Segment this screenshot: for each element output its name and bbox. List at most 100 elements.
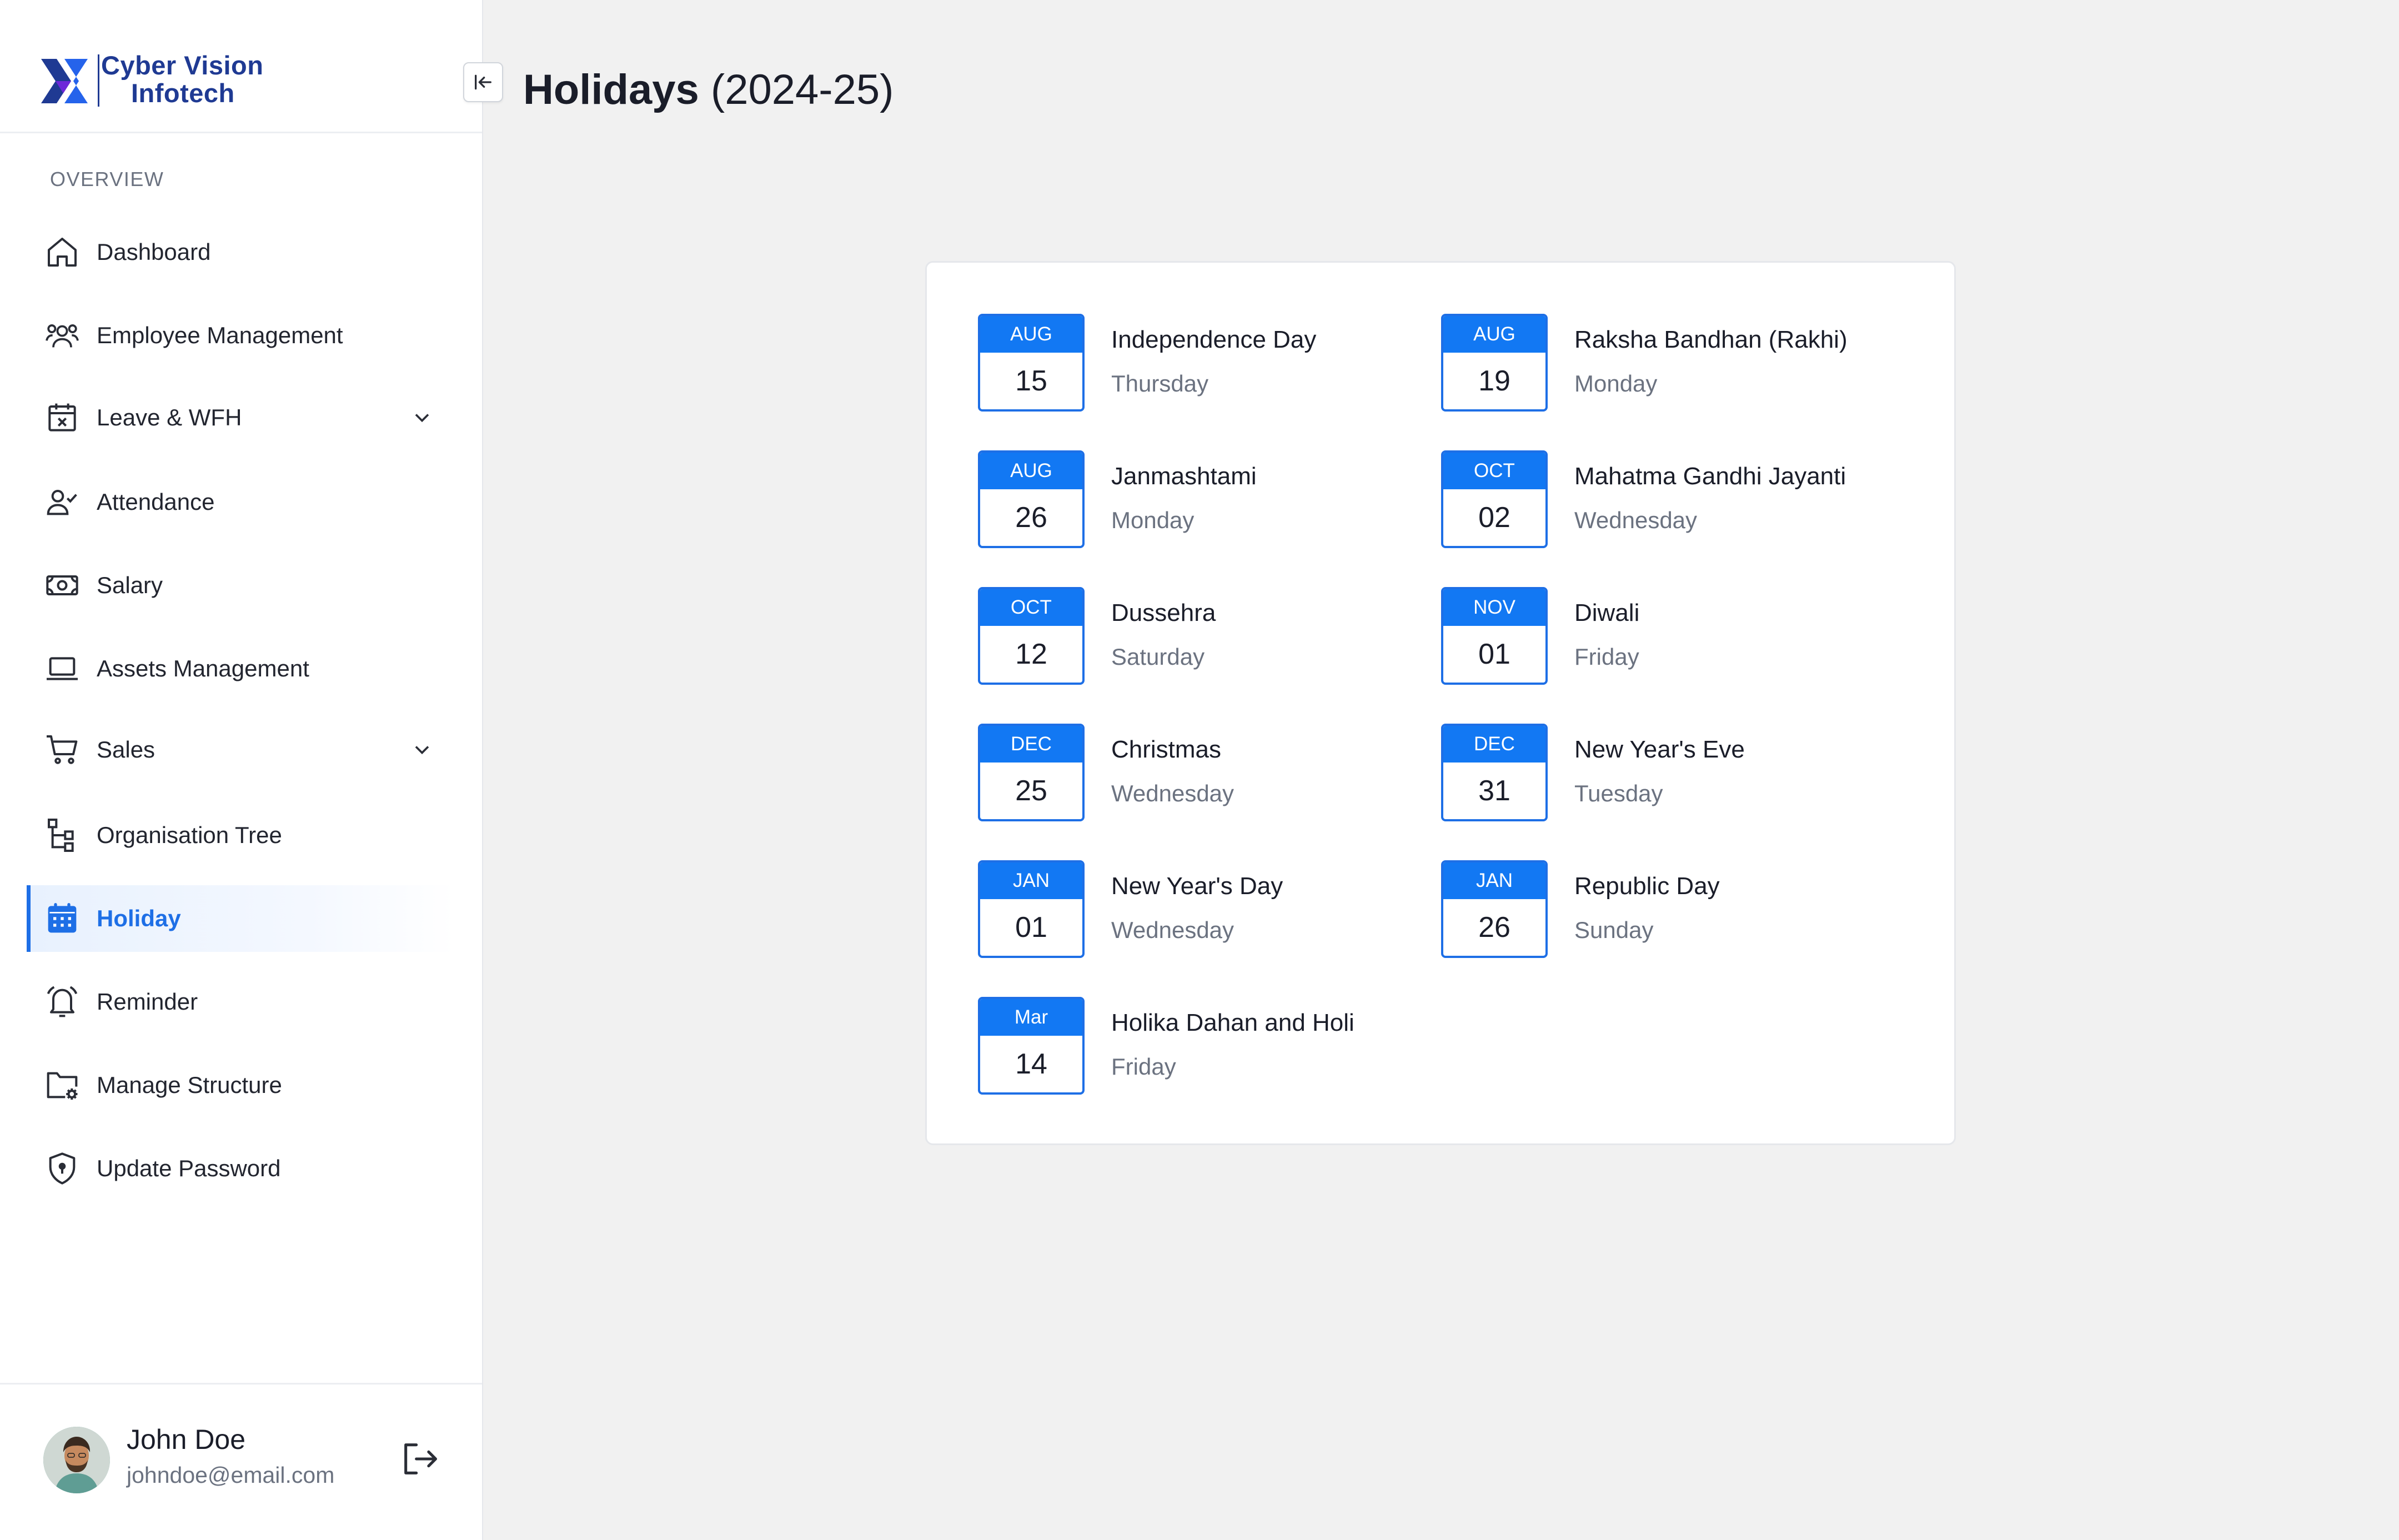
date-month: AUG — [980, 453, 1082, 489]
date-day: 01 — [1015, 911, 1047, 944]
date-month: AUG — [980, 316, 1082, 353]
date-badge: OCT 02 — [1441, 450, 1548, 548]
holiday-name: Independence Day — [1111, 326, 1317, 353]
holiday-weekday: Wednesday — [1111, 917, 1234, 943]
sidebar-item-label: Manage Structure — [97, 1072, 282, 1098]
holiday-item: AUG 26 Janmashtami Monday — [978, 450, 1422, 550]
date-month: NOV — [1443, 589, 1545, 626]
bell-icon — [44, 984, 80, 1020]
date-month: DEC — [980, 726, 1082, 763]
sidebar-item-holiday[interactable]: Holiday — [27, 885, 455, 952]
avatar — [43, 1427, 110, 1493]
shield-icon — [44, 1151, 80, 1186]
sidebar-item-assets-management[interactable]: Assets Management — [27, 635, 455, 702]
user-profile: John Doe johndoe@email.com — [0, 1383, 482, 1540]
holiday-weekday: Wednesday — [1574, 507, 1698, 533]
date-day: 26 — [1015, 501, 1047, 534]
date-month: OCT — [1443, 453, 1545, 489]
sidebar-item-leave-wfh[interactable]: Leave & WFH — [27, 384, 455, 451]
holiday-name: Republic Day — [1574, 872, 1720, 900]
page-title: Holidays (2024-25) — [523, 66, 894, 114]
folder-gear-icon — [44, 1067, 80, 1103]
user-email: johndoe@email.com — [127, 1462, 335, 1488]
brand-name-line2: Infotech — [131, 78, 235, 108]
date-month: Mar — [980, 999, 1082, 1036]
calendar-icon — [44, 901, 80, 936]
date-day: 02 — [1478, 501, 1510, 534]
collapse-left-icon — [475, 74, 491, 90]
date-day: 12 — [1015, 638, 1047, 670]
date-day: 25 — [1015, 775, 1047, 807]
holiday-weekday: Tuesday — [1574, 780, 1663, 806]
holiday-name: Christmas — [1111, 736, 1222, 763]
holiday-item: AUG 15 Independence Day Thursday — [978, 314, 1422, 414]
date-badge: DEC 25 — [978, 724, 1085, 821]
sidebar-item-reminder[interactable]: Reminder — [27, 969, 455, 1035]
chevron-down-icon[interactable] — [410, 405, 434, 430]
holiday-list-card: AUG 15 Independence Day Thursday AUG 19 … — [925, 261, 1956, 1145]
holiday-weekday: Friday — [1111, 1054, 1176, 1080]
date-day: 14 — [1015, 1048, 1047, 1080]
holiday-item: NOV 01 Diwali Friday — [1441, 587, 1885, 687]
collapse-sidebar-button[interactable] — [463, 62, 503, 102]
date-badge: NOV 01 — [1441, 587, 1548, 685]
sidebar-item-label: Leave & WFH — [97, 404, 242, 430]
holiday-item: DEC 25 Christmas Wednesday — [978, 724, 1422, 824]
brand-name-line1: Cyber Vision — [101, 51, 264, 80]
page-title-text: Holidays — [523, 66, 699, 113]
date-month: DEC — [1443, 726, 1545, 763]
sidebar-item-sales[interactable]: Sales — [27, 716, 455, 783]
date-badge: AUG 19 — [1441, 314, 1548, 412]
holiday-weekday: Monday — [1574, 370, 1658, 397]
sidebar-item-label: Salary — [97, 572, 163, 598]
date-badge: AUG 15 — [978, 314, 1085, 412]
holiday-item: OCT 02 Mahatma Gandhi Jayanti Wednesday — [1441, 450, 1885, 550]
holiday-name: New Year's Day — [1111, 872, 1283, 900]
date-month: JAN — [980, 862, 1082, 899]
tree-icon — [44, 817, 80, 853]
date-day: 26 — [1478, 911, 1510, 944]
sidebar-item-label: Dashboard — [97, 239, 211, 265]
holiday-item: AUG 19 Raksha Bandhan (Rakhi) Monday — [1441, 314, 1885, 414]
date-day: 19 — [1478, 365, 1510, 397]
sidebar-item-label: Reminder — [97, 989, 198, 1015]
sidebar-item-label: Update Password — [97, 1155, 281, 1181]
date-day: 31 — [1478, 775, 1510, 807]
sidebar-item-employee-management[interactable]: Employee Management — [27, 302, 455, 369]
sidebar-item-update-password[interactable]: Update Password — [27, 1135, 455, 1202]
sidebar-item-organisation-tree[interactable]: Organisation Tree — [27, 802, 455, 869]
holiday-item: DEC 31 New Year's Eve Tuesday — [1441, 724, 1885, 824]
sidebar-item-manage-structure[interactable]: Manage Structure — [27, 1052, 455, 1118]
date-month: OCT — [980, 589, 1082, 626]
date-badge: AUG 26 — [978, 450, 1085, 548]
holiday-item: JAN 26 Republic Day Sunday — [1441, 860, 1885, 960]
sidebar-item-label: Assets Management — [97, 655, 309, 681]
holiday-name: Diwali — [1574, 599, 1640, 626]
users-icon — [44, 318, 80, 353]
date-badge: OCT 12 — [978, 587, 1085, 685]
user-check-icon — [44, 484, 80, 520]
date-badge: DEC 31 — [1441, 724, 1548, 821]
holiday-weekday: Sunday — [1574, 917, 1654, 943]
sidebar-item-label: Holiday — [97, 905, 181, 931]
sidebar-item-dashboard[interactable]: Dashboard — [27, 219, 455, 285]
date-month: AUG — [1443, 316, 1545, 353]
cart-icon — [44, 732, 80, 768]
chevron-down-icon[interactable] — [410, 738, 434, 762]
holiday-weekday: Saturday — [1111, 644, 1205, 670]
date-day: 01 — [1478, 638, 1510, 670]
brand-divider — [98, 54, 99, 107]
sidebar-item-salary[interactable]: Salary — [27, 552, 455, 619]
holiday-item: JAN 01 New Year's Day Wednesday — [978, 860, 1422, 960]
sidebar-item-label: Organisation Tree — [97, 822, 282, 848]
page-title-year: (2024-25) — [710, 66, 894, 113]
user-name: John Doe — [127, 1424, 246, 1455]
date-day: 15 — [1015, 365, 1047, 397]
logout-icon[interactable] — [399, 1438, 441, 1480]
banknote-icon — [44, 568, 80, 603]
calendar-x-icon — [44, 400, 80, 435]
sidebar-item-attendance[interactable]: Attendance — [27, 469, 455, 535]
laptop-icon — [44, 651, 80, 686]
holiday-weekday: Wednesday — [1111, 780, 1234, 806]
sidebar: Cyber Vision Infotech OVERVIEW Dashboard… — [0, 0, 483, 1540]
